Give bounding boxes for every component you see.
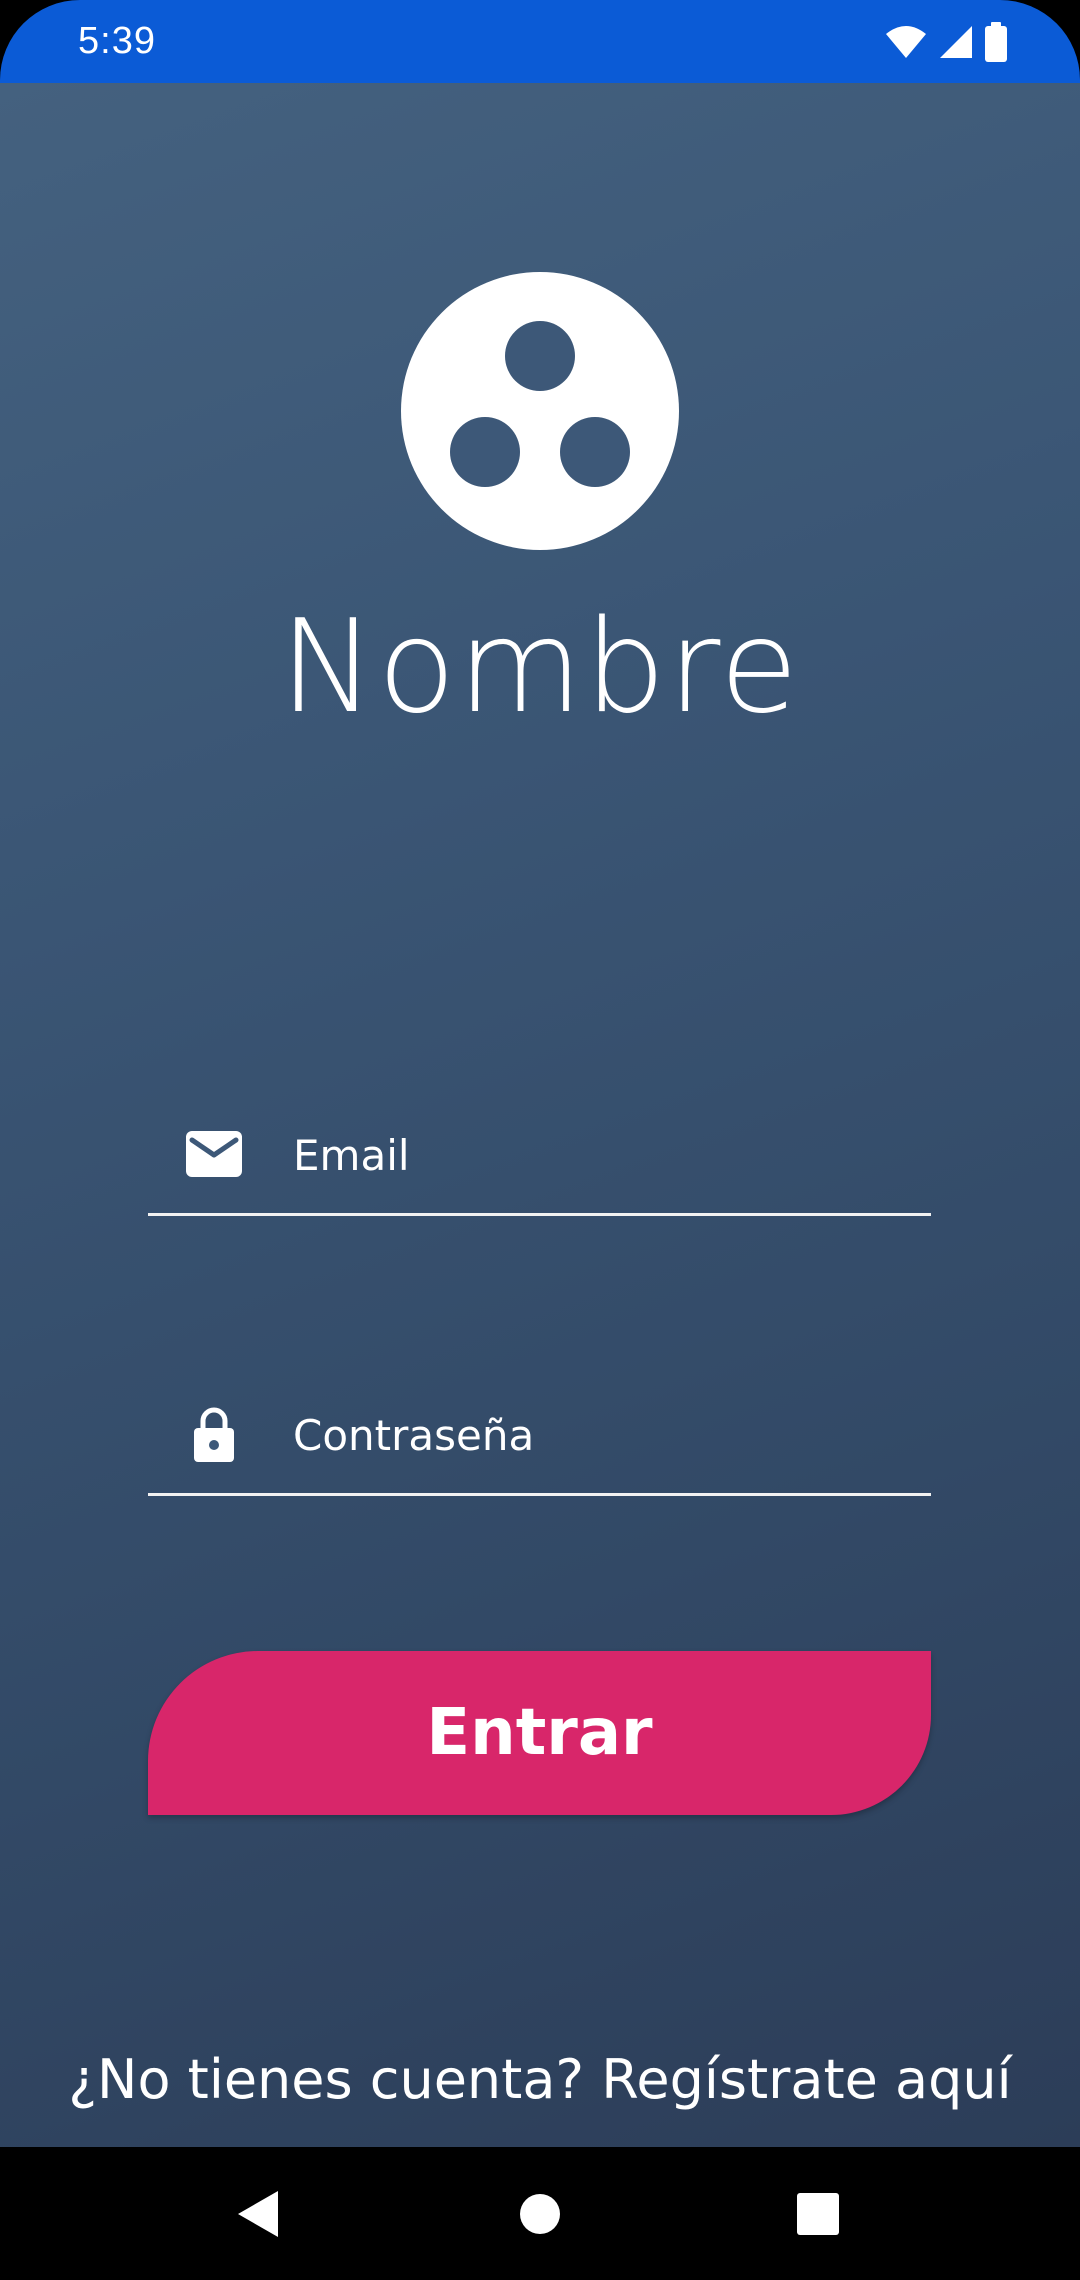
mail-icon (186, 1131, 242, 1177)
recents-icon[interactable] (785, 2181, 851, 2247)
password-field[interactable] (148, 1376, 931, 1496)
signal-icon (940, 26, 972, 58)
email-field[interactable] (148, 1096, 931, 1216)
three-dots-circle-logo (401, 272, 679, 550)
back-icon[interactable] (226, 2181, 292, 2247)
password-input[interactable] (293, 1404, 913, 1466)
email-input[interactable] (293, 1124, 913, 1186)
navigation-bar (0, 2147, 1080, 2280)
status-time: 5:39 (78, 20, 156, 62)
phone-frame: 5:39 Nombre Email Entrar ¿No tienes cuen… (0, 0, 1080, 2280)
enter-button[interactable]: Entrar (148, 1651, 931, 1815)
status-bar: 5:39 (0, 0, 1080, 83)
lock-icon (194, 1407, 234, 1462)
app-name: Nombre (279, 593, 801, 742)
battery-icon (985, 22, 1007, 62)
register-link[interactable]: ¿No tienes cuenta? Regístrate aquí (0, 2048, 1080, 2111)
wifi-icon (886, 26, 926, 58)
login-screen: Nombre Entrar ¿No tienes cuenta? Regístr… (0, 83, 1080, 2147)
home-icon[interactable] (507, 2181, 573, 2247)
status-icons (884, 22, 1008, 62)
